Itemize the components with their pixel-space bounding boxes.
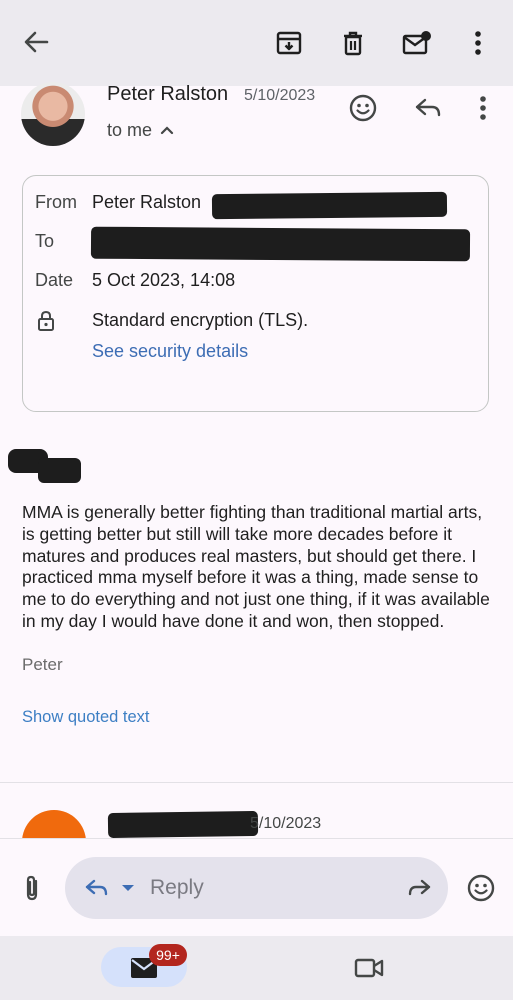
date-label: Date xyxy=(35,270,74,290)
trash-icon[interactable] xyxy=(332,22,374,64)
to-label: To xyxy=(35,231,55,251)
forward-icon[interactable] xyxy=(402,873,436,903)
message-date: 5/10/2023 xyxy=(244,87,316,104)
date-value: 5 Oct 2023, 14:08 xyxy=(92,270,236,290)
bottom-navigation xyxy=(0,936,513,1000)
security-details-link[interactable]: See security details xyxy=(92,341,248,362)
meet-video-icon[interactable] xyxy=(348,950,390,986)
reply-bar-divider xyxy=(0,838,513,839)
more-vert-icon[interactable] xyxy=(460,22,496,64)
emoji-reaction-icon[interactable] xyxy=(343,88,383,128)
recipient-toggle[interactable]: to me xyxy=(107,117,174,143)
lock-icon xyxy=(36,309,56,333)
sender-avatar[interactable] xyxy=(21,82,85,146)
redaction-from-email xyxy=(211,191,448,220)
mark-unread-icon[interactable] xyxy=(396,22,438,64)
signature: Peter xyxy=(22,655,63,674)
reply-placeholder: Reply xyxy=(150,876,204,899)
encryption-text: Standard encryption (TLS). xyxy=(92,310,309,330)
emoji-icon[interactable] xyxy=(462,868,500,908)
chevron-up-icon xyxy=(160,125,174,135)
redaction-to-address xyxy=(90,226,471,262)
redaction-greeting-b xyxy=(38,458,81,483)
show-quoted-text-link[interactable]: Show quoted text xyxy=(22,708,150,727)
reply-mode-icon[interactable] xyxy=(80,873,114,903)
message-divider xyxy=(0,782,513,783)
from-value: Peter Ralston xyxy=(92,192,202,212)
message-more-icon[interactable] xyxy=(468,88,498,128)
reply-icon[interactable] xyxy=(408,88,448,128)
from-label: From xyxy=(35,192,77,212)
recipient-label: to me xyxy=(107,119,153,140)
redaction-next-sender xyxy=(107,810,259,839)
unread-badge: 99+ xyxy=(149,944,187,966)
message-body: MMA is generally better fighting than tr… xyxy=(22,502,490,631)
attachment-icon[interactable] xyxy=(16,868,48,908)
sender-name: Peter Ralston xyxy=(107,83,229,105)
archive-icon[interactable] xyxy=(268,22,310,64)
dropdown-caret-icon[interactable] xyxy=(118,878,138,898)
next-message-date: 5/10/2023 xyxy=(250,815,322,832)
back-arrow-icon[interactable] xyxy=(14,22,58,62)
